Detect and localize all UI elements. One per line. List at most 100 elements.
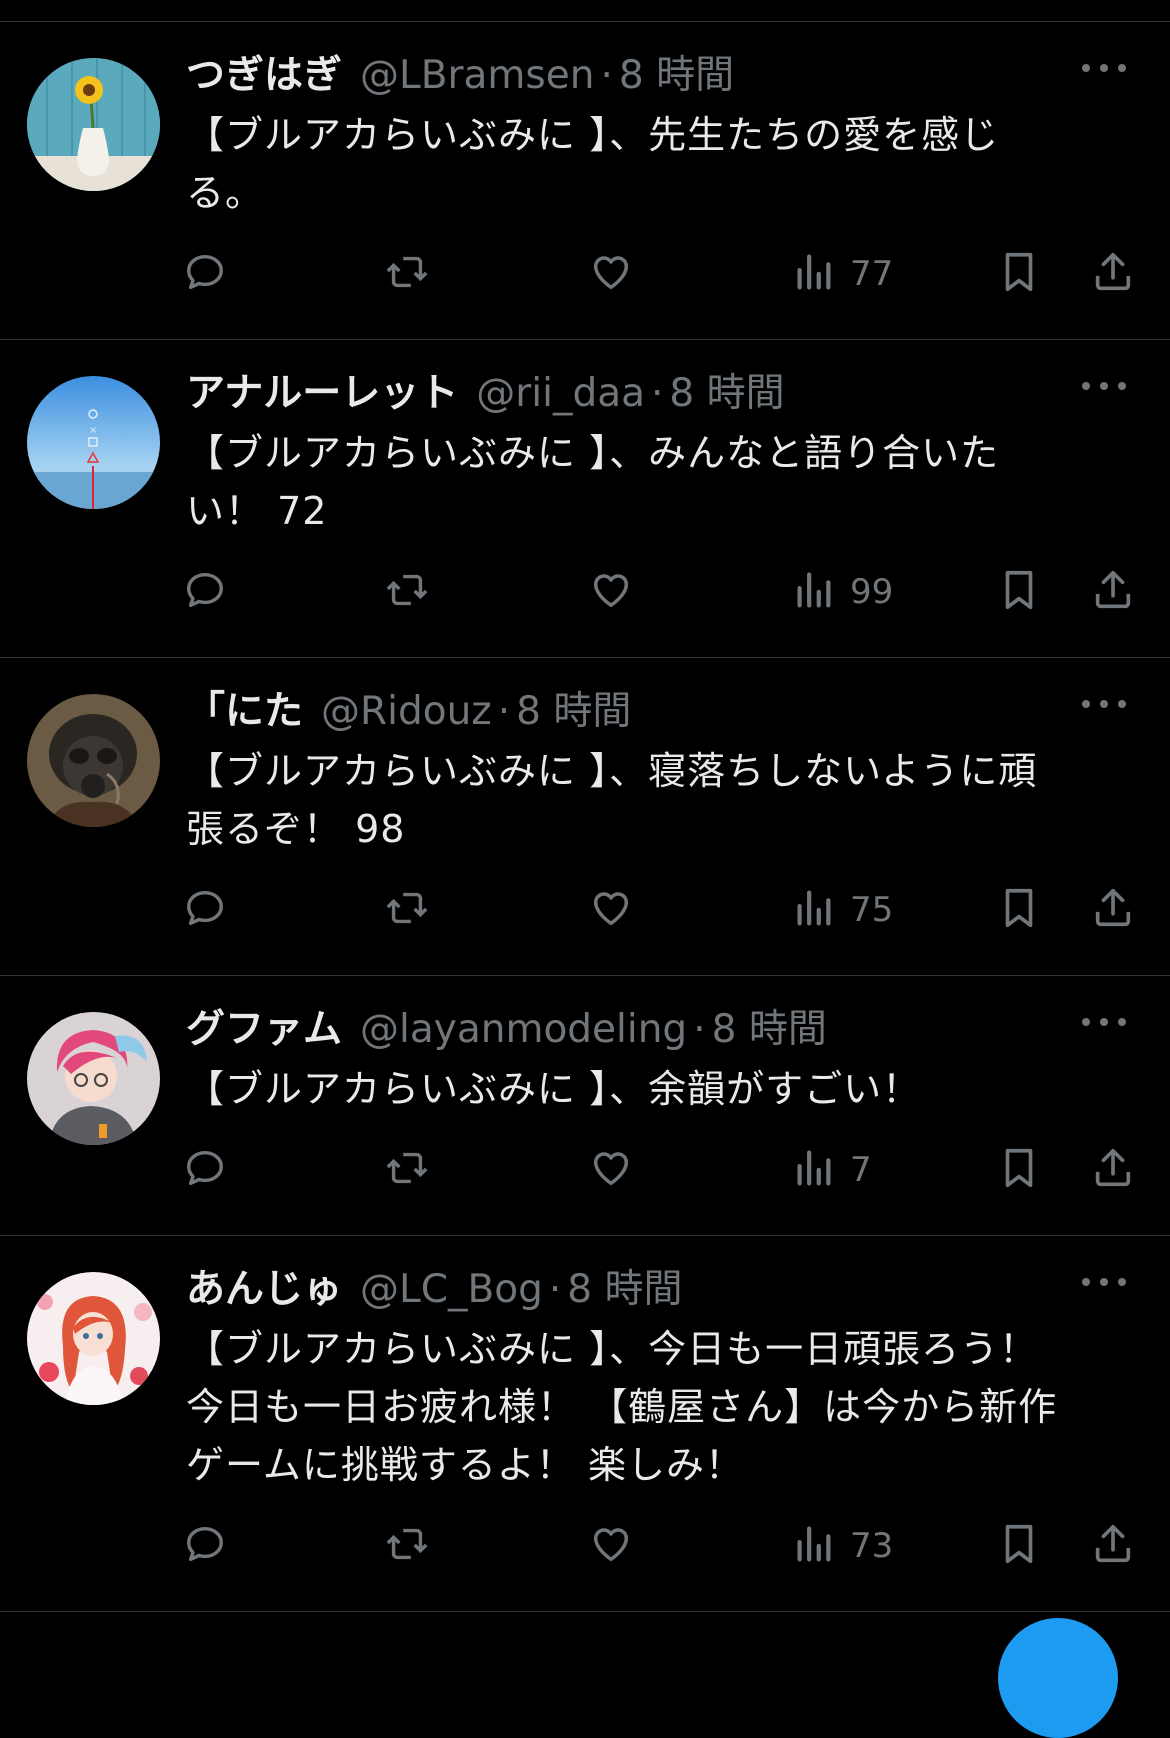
like-button[interactable]: [588, 244, 634, 304]
tweet-text: 【ブルアカらいぶみに 】、先生たちの愛を感じ る。: [186, 113, 1000, 215]
reply-button[interactable]: [182, 1140, 228, 1200]
more-options-icon[interactable]: [1082, 1012, 1126, 1032]
share-button[interactable]: [1090, 1516, 1136, 1576]
retweet-icon: [384, 1145, 430, 1195]
reply-icon: [182, 885, 228, 935]
timestamp[interactable]: 8 時間: [619, 50, 734, 102]
views-button[interactable]: 7: [790, 1140, 872, 1200]
share-button[interactable]: [1090, 562, 1136, 622]
reply-button[interactable]: [182, 244, 228, 304]
retweet-button[interactable]: [384, 244, 430, 304]
retweet-icon: [384, 885, 430, 935]
views-icon: [790, 1145, 836, 1195]
display-name[interactable]: アナルーレット: [186, 368, 458, 420]
retweet-icon: [384, 567, 430, 617]
display-name[interactable]: グファム: [186, 1004, 342, 1056]
bookmark-button[interactable]: [996, 1516, 1042, 1576]
tweet-text: 【ブルアカらいぶみに 】、余韻がすごい！: [186, 1067, 922, 1111]
user-handle[interactable]: @layanmodeling: [360, 1004, 687, 1056]
timestamp[interactable]: 8 時間: [712, 1004, 827, 1056]
display-name[interactable]: つぎはぎ: [186, 50, 342, 102]
timestamp[interactable]: 8 時間: [516, 686, 631, 738]
view-count: 7: [850, 1150, 872, 1190]
more-options-icon[interactable]: [1082, 58, 1126, 78]
action-bar: 99: [0, 562, 1170, 622]
avatar[interactable]: [27, 58, 160, 191]
share-button[interactable]: [1090, 1140, 1136, 1200]
bookmark-button[interactable]: [996, 880, 1042, 940]
retweet-button[interactable]: [384, 880, 430, 940]
bookmark-icon: [996, 567, 1042, 617]
more-options-icon[interactable]: [1082, 1272, 1126, 1292]
tweet-header: つぎはぎ @LBramsen · 8 時間: [186, 50, 734, 102]
tweet-header: あんじゅ @LC_Bog · 8 時間: [186, 1264, 682, 1316]
views-button[interactable]: 73: [790, 1516, 893, 1576]
tweet[interactable]: × アナルーレット @rii_daa · 8 時間 【ブルアカらいぶみに 】、み…: [0, 340, 1170, 658]
retweet-icon: [384, 1521, 430, 1571]
bookmark-button[interactable]: [996, 1140, 1042, 1200]
like-icon: [588, 885, 634, 935]
reply-button[interactable]: [182, 562, 228, 622]
action-bar: 75: [0, 880, 1170, 940]
views-button[interactable]: 99: [790, 562, 893, 622]
timestamp[interactable]: 8 時間: [567, 1264, 682, 1316]
tweet[interactable]: グファム @layanmodeling · 8 時間 【ブルアカらいぶみに 】、…: [0, 976, 1170, 1236]
separator: ·: [693, 1007, 706, 1052]
share-icon: [1090, 1145, 1136, 1195]
reply-button[interactable]: [182, 1516, 228, 1576]
user-handle[interactable]: @LC_Bog: [360, 1264, 543, 1316]
share-button[interactable]: [1090, 244, 1136, 304]
separator: ·: [651, 371, 664, 416]
bookmark-icon: [996, 885, 1042, 935]
separator: ·: [600, 53, 613, 98]
like-icon: [588, 1145, 634, 1195]
share-icon: [1090, 1521, 1136, 1571]
like-button[interactable]: [588, 1516, 634, 1576]
retweet-icon: [384, 249, 430, 299]
views-icon: [790, 567, 836, 617]
bookmark-icon: [996, 1521, 1042, 1571]
separator: ·: [548, 1267, 562, 1312]
separator: ·: [497, 689, 511, 734]
user-handle[interactable]: @rii_daa: [476, 368, 645, 420]
views-button[interactable]: 77: [790, 244, 893, 304]
user-handle[interactable]: @Ridouz: [321, 686, 492, 738]
avatar[interactable]: [27, 694, 160, 827]
action-bar: 77: [0, 244, 1170, 304]
display-name[interactable]: 「にた: [186, 686, 303, 738]
reply-icon: [182, 567, 228, 617]
share-button[interactable]: [1090, 880, 1136, 940]
views-icon: [790, 249, 836, 299]
more-options-icon[interactable]: [1082, 376, 1126, 396]
like-button[interactable]: [588, 562, 634, 622]
retweet-button[interactable]: [384, 1516, 430, 1576]
tweet[interactable]: 「にた @Ridouz · 8 時間 【ブルアカらいぶみに 】、寝落ちしないよう…: [0, 658, 1170, 976]
avatar[interactable]: [27, 1012, 160, 1145]
retweet-button[interactable]: [384, 1140, 430, 1200]
like-button[interactable]: [588, 880, 634, 940]
more-options-icon[interactable]: [1082, 694, 1126, 714]
bookmark-button[interactable]: [996, 244, 1042, 304]
reply-button[interactable]: [182, 880, 228, 940]
timestamp[interactable]: 8 時間: [669, 368, 784, 420]
views-button[interactable]: 75: [790, 880, 893, 940]
avatar[interactable]: [27, 1272, 160, 1405]
like-icon: [588, 1521, 634, 1571]
share-icon: [1090, 249, 1136, 299]
bookmark-button[interactable]: [996, 562, 1042, 622]
display-name[interactable]: あんじゅ: [186, 1264, 342, 1316]
tweet[interactable]: つぎはぎ @LBramsen · 8 時間 【ブルアカらいぶみに 】、先生たちの…: [0, 22, 1170, 340]
tweet[interactable]: あんじゅ @LC_Bog · 8 時間 【ブルアカらいぶみに 】、今日も一日頑張…: [0, 1236, 1170, 1612]
tweet-text: 【ブルアカらいぶみに 】、今日も一日頑張ろう！ 今日も一日お疲れ様！ 【鶴屋さん…: [186, 1327, 1058, 1487]
compose-button[interactable]: [998, 1618, 1118, 1738]
user-handle[interactable]: @LBramsen: [360, 50, 594, 102]
like-button[interactable]: [588, 1140, 634, 1200]
bookmark-icon: [996, 249, 1042, 299]
view-count: 75: [850, 890, 894, 930]
retweet-button[interactable]: [384, 562, 430, 622]
view-count: 73: [850, 1526, 894, 1566]
avatar[interactable]: ×: [27, 376, 160, 509]
action-bar: 7: [0, 1140, 1170, 1200]
reply-icon: [182, 1521, 228, 1571]
action-bar: 73: [0, 1516, 1170, 1576]
